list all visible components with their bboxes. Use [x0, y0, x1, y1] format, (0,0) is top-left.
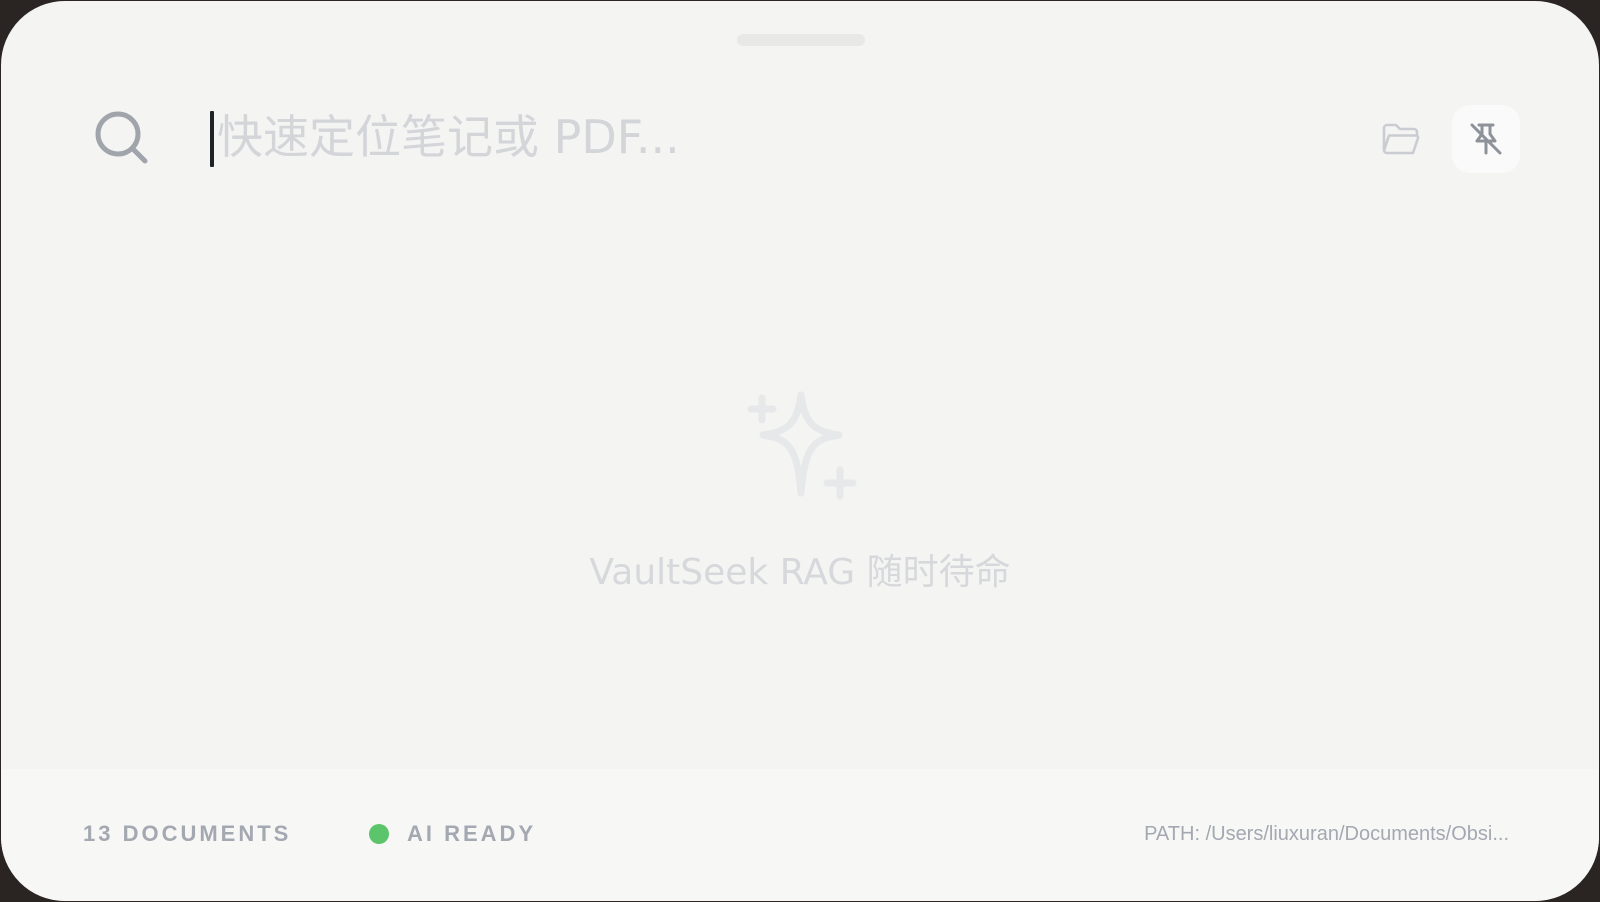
pin-off-icon: [1470, 123, 1502, 155]
empty-state-message: VaultSeek RAG 随时待命: [589, 552, 1011, 593]
document-count: 13 DOCUMENTS: [83, 821, 292, 846]
launcher-window: VaultSeek RAG 随时待命 13 DOCUMENTS AI READY…: [1, 1, 1599, 901]
pin-toggle-button[interactable]: [1452, 105, 1520, 173]
text-caret: [210, 111, 214, 167]
ai-status-label: AI READY: [407, 821, 537, 846]
open-folder-button[interactable]: [1377, 115, 1425, 163]
status-dot-icon: [369, 824, 389, 844]
folder-open-icon: [1382, 123, 1420, 155]
vault-path: PATH: /Users/liuxuran/Documents/Obsi...: [1144, 823, 1509, 845]
search-icon: [93, 109, 153, 169]
sparkles-icon: [743, 389, 859, 505]
status-bar: 13 DOCUMENTS AI READY PATH: /Users/liuxu…: [1, 769, 1599, 901]
search-input[interactable]: [211, 105, 1337, 169]
drag-handle[interactable]: [737, 34, 865, 46]
ai-status: AI READY: [369, 821, 536, 847]
